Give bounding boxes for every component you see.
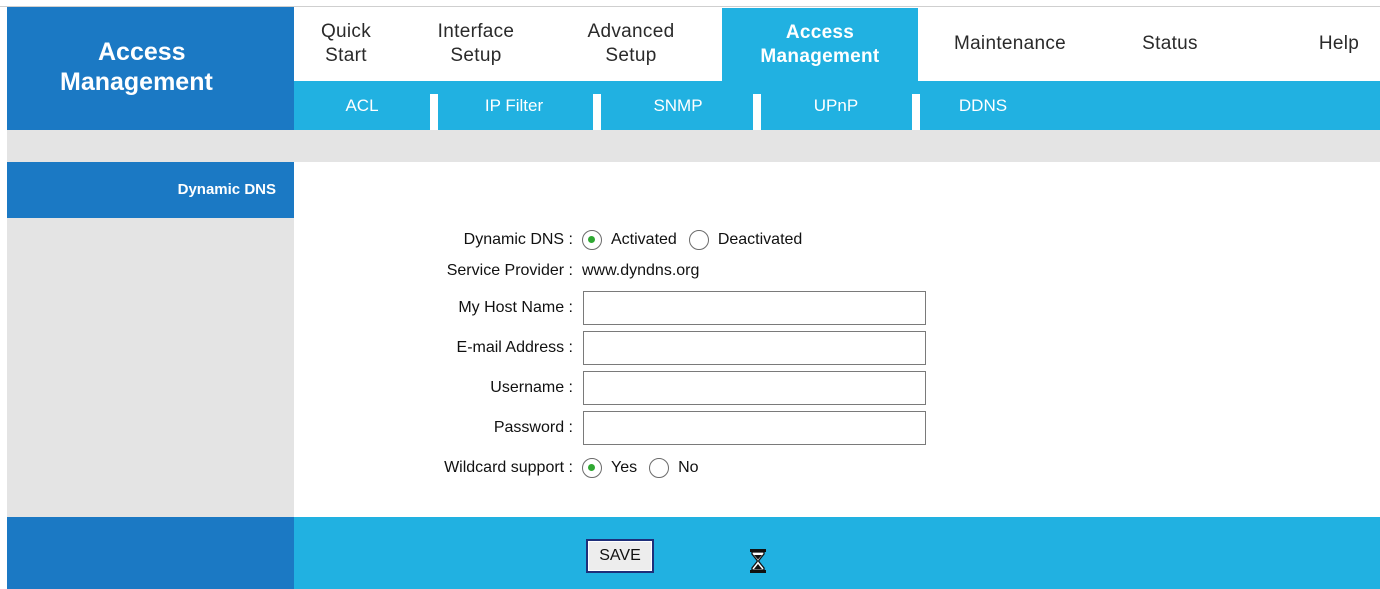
tab-label-line1: Access <box>785 21 855 43</box>
dynamic-dns-options: Activated Deactivated <box>582 223 814 257</box>
service-provider-row: Service Provider : www.dyndns.org <box>294 254 1380 288</box>
radio-deactivated-label: Deactivated <box>717 231 803 248</box>
tab-maintenance[interactable]: Maintenance <box>924 7 1096 81</box>
subtab-ddns[interactable]: DDNS <box>928 81 1038 130</box>
section-label: Dynamic DNS <box>7 162 294 218</box>
main-nav: Quick Start Interface Setup Advanced Setup … <box>294 7 1380 81</box>
radio-deactivated[interactable] <box>688 230 709 250</box>
wildcard-label: Wildcard support : <box>444 459 573 476</box>
tab-status[interactable]: Status <box>1124 7 1216 81</box>
radio-no-label: No <box>678 459 699 476</box>
subtab-ip-filter[interactable]: IP Filter <box>444 81 584 130</box>
radio-no[interactable] <box>649 458 670 478</box>
sub-nav: ACL IP Filter SNMP UPnP DDNS <box>294 81 1380 130</box>
save-button[interactable]: SAVE <box>586 539 654 573</box>
footer-bar: SAVE <box>7 517 1380 589</box>
tab-label-line1: Interface <box>437 21 515 42</box>
tab-label-line2: Setup <box>450 45 502 66</box>
password-row: Password : <box>294 411 1380 445</box>
tab-label-line1: Status <box>1142 33 1198 54</box>
footer-left-block <box>7 517 294 589</box>
radio-activated[interactable] <box>582 230 602 250</box>
tab-label-line2: Management <box>760 45 880 67</box>
email-input[interactable] <box>583 331 926 365</box>
wildcard-options: Yes No <box>582 451 711 485</box>
radio-activated-label: Activated <box>611 231 677 248</box>
page-title-line2: Management <box>60 68 213 96</box>
subnav-separator <box>593 94 601 130</box>
tab-label-line2: Setup <box>605 45 657 66</box>
tab-label-line1: Maintenance <box>953 33 1067 54</box>
service-provider-label: Service Provider : <box>446 262 573 279</box>
radio-yes[interactable] <box>582 458 602 478</box>
subnav-separator <box>753 94 761 130</box>
host-name-label: My Host Name : <box>458 299 573 316</box>
subnav-separator <box>912 94 920 130</box>
email-row: E-mail Address : <box>294 331 1380 365</box>
username-input[interactable] <box>583 371 926 405</box>
page-title-line1: Access <box>98 38 186 66</box>
tab-label-line1: Advanced <box>587 21 675 42</box>
top-border <box>0 0 1380 7</box>
host-name-input[interactable] <box>583 291 926 325</box>
wildcard-row: Wildcard support : Yes No <box>294 451 1380 485</box>
tab-advanced-setup[interactable]: Advanced Setup <box>570 7 692 81</box>
section-sidebar: Dynamic DNS <box>7 162 294 517</box>
tab-label-line1: Quick <box>320 21 372 42</box>
page-title-block: Access Management <box>7 7 294 130</box>
radio-yes-label: Yes <box>611 459 638 476</box>
password-input[interactable] <box>583 411 926 445</box>
tab-quick-start[interactable]: Quick Start <box>294 7 398 81</box>
tab-interface-setup[interactable]: Interface Setup <box>414 7 538 81</box>
page-title: Access Management <box>7 37 294 97</box>
service-provider-value: www.dyndns.org <box>582 262 700 279</box>
email-label: E-mail Address : <box>456 339 573 356</box>
subtab-snmp[interactable]: SNMP <box>608 81 748 130</box>
password-label: Password : <box>493 419 573 436</box>
subtab-upnp[interactable]: UPnP <box>766 81 906 130</box>
ddns-form: Dynamic DNS : Activated Deactivated Serv… <box>294 162 1380 517</box>
subnav-separator <box>430 94 438 130</box>
tab-access-management[interactable]: Access Management <box>722 8 918 81</box>
host-name-row: My Host Name : <box>294 291 1380 325</box>
tab-help[interactable]: Help <box>1304 7 1374 81</box>
tab-label-line2: Start <box>325 45 367 66</box>
subtab-acl[interactable]: ACL <box>324 81 400 130</box>
tab-label-line1: Help <box>1318 33 1360 54</box>
hourglass-icon <box>750 549 766 573</box>
dynamic-dns-row: Dynamic DNS : Activated Deactivated <box>294 223 1380 257</box>
username-row: Username : <box>294 371 1380 405</box>
divider-band <box>7 130 1380 162</box>
username-label: Username : <box>490 379 573 396</box>
dynamic-dns-label: Dynamic DNS : <box>463 231 573 248</box>
